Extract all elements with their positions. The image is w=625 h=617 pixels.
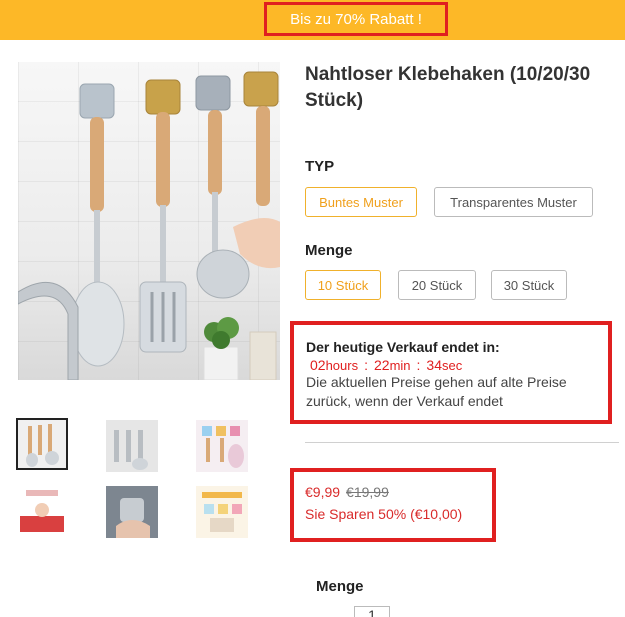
divider [305,442,619,443]
type-heading: TYP [305,158,335,175]
thumbnail-5[interactable] [106,486,158,538]
handle-2 [156,112,170,207]
countdown-separator: : [416,357,421,373]
countdown-timer: 02hours:22min:34sec [306,357,596,373]
plant-pot [203,346,239,380]
current-price: €9,99 [305,484,341,500]
option-20-stueck[interactable]: 20 Stück [398,270,476,300]
handle-1 [90,117,104,212]
price-row: €9,99 €19,99 [305,484,481,500]
sale-note: Die aktuellen Preise gehen auf alte Prei… [306,374,567,409]
jar [249,331,277,380]
promo-banner: Bis zu 70% Rabatt ! [0,0,625,40]
hook-pad-4 [243,71,279,107]
price-box: €9,99 €19,99 Sie Sparen 50% (€10,00) [290,468,496,542]
sale-countdown-box: Der heutige Verkauf endet in: 02hours:22… [290,321,612,424]
thumbnail-4-image [16,486,68,538]
savings-text: Sie Sparen 50% (€10,00) [305,506,463,522]
thumbnail-1-image [18,420,66,468]
kitchen-utensils-illustration [18,71,280,380]
countdown-minutes-unit: min [389,358,411,373]
ladle-head [196,249,250,299]
thumbnail-4[interactable] [16,486,68,538]
handle-3 [208,110,222,195]
thumbnail-3-image [196,420,248,472]
countdown-separator: : [364,357,368,373]
thumbnail-3[interactable] [196,420,248,472]
quantity-input[interactable]: 1 [354,606,390,617]
main-product-image[interactable] [18,62,280,380]
option-10-stueck[interactable]: 10 Stück [305,270,381,300]
hook-pad-3 [195,75,231,111]
option-buntes-muster[interactable]: Buntes Muster [305,187,417,217]
shaft-3 [212,192,218,252]
countdown-hours: 02 [310,357,326,373]
thumbnail-2[interactable] [106,420,158,472]
thumbnail-5-image [106,486,158,538]
spoon-head [71,281,125,367]
thumbnail-1[interactable] [16,418,68,470]
countdown-minutes: 22 [374,357,390,373]
thumbnail-2-image [106,420,158,472]
promo-text: Bis zu 70% Rabatt ! [290,10,422,28]
product-title: Nahtloser Klebehaken (10/20/30 Stück) [305,64,591,111]
thumbnail-6-image [196,486,248,538]
option-30-stueck[interactable]: 30 Stück [491,270,567,300]
shaft-2 [160,205,166,285]
quantity-option-heading: Menge [305,242,353,259]
faucet [18,281,79,380]
quantity-label: Menge [316,578,364,595]
thumbnail-6[interactable] [196,486,248,538]
hook-pad-1 [79,83,115,119]
handle-4 [256,106,270,206]
option-transparentes-muster[interactable]: Transparentes Muster [434,187,593,217]
countdown-seconds-unit: sec [442,358,463,373]
countdown-seconds: 34 [426,357,442,373]
sale-heading: Der heutige Verkauf endet in: [306,339,500,355]
hook-pad-2 [145,79,181,115]
old-price: €19,99 [346,484,389,500]
countdown-hours-unit: hours [325,358,359,373]
promo-highlight: Bis zu 70% Rabatt ! [264,2,448,36]
